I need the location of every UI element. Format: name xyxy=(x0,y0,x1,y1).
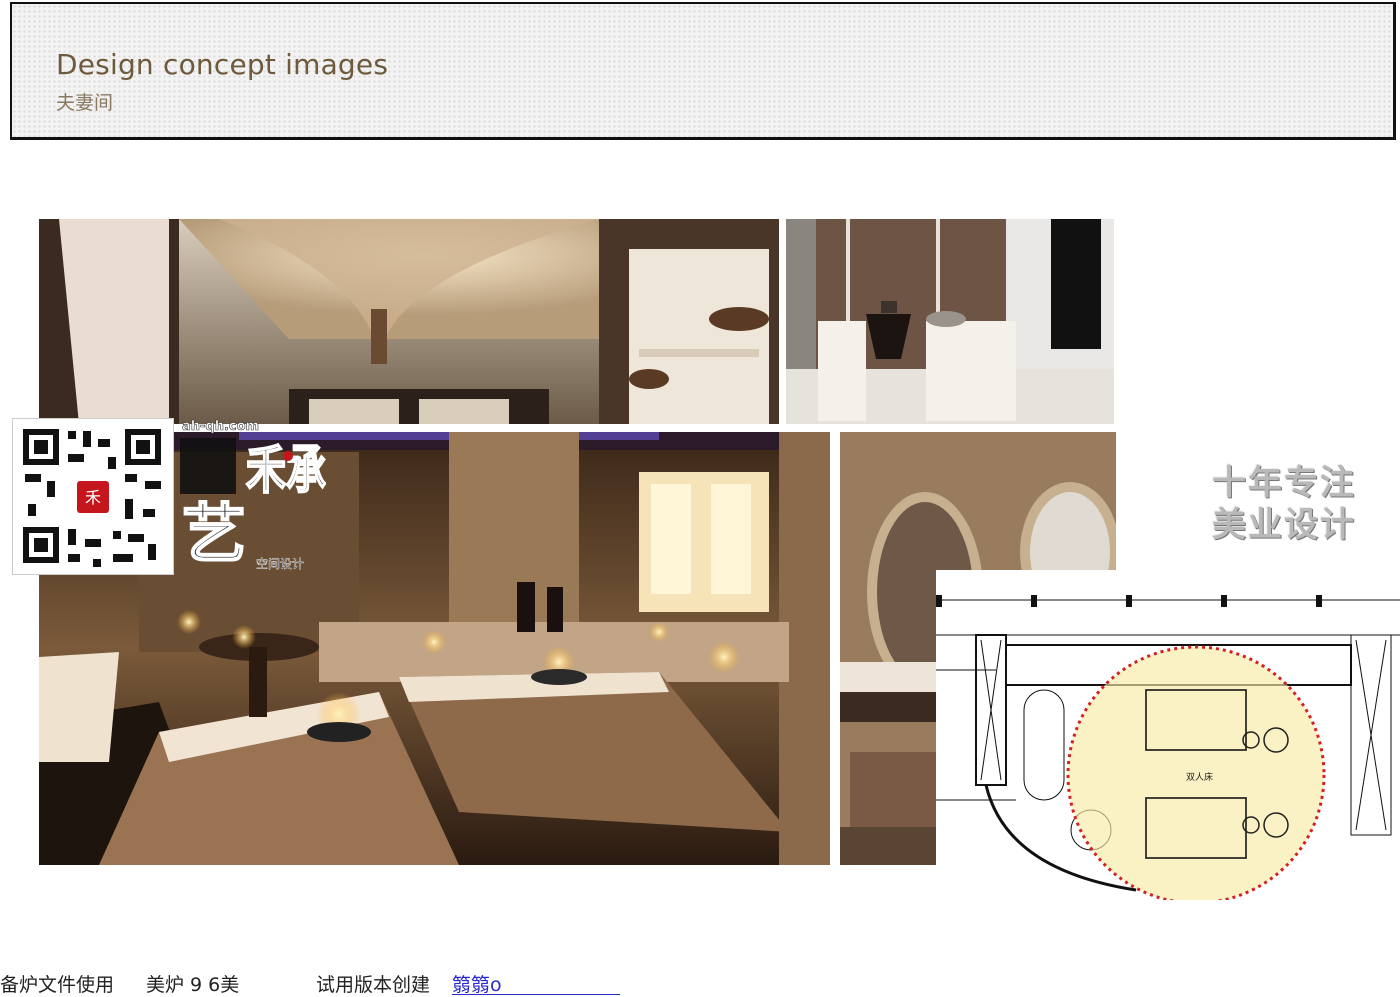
page-title: Design concept images xyxy=(56,48,389,81)
logo-brand-left: 艺 xyxy=(182,497,246,572)
logo-tagline: 空间设计 xyxy=(256,557,304,571)
footer-link[interactable]: 篛篛o xyxy=(452,974,502,996)
floorplan-room-label: 双人床 xyxy=(1186,771,1213,783)
logo-brand-chars: 禾承 xyxy=(246,440,326,501)
footer-text-2: 美炉 9 6美 xyxy=(146,974,240,996)
floor-plan: 双人床 xyxy=(936,570,1400,900)
slogan-line-1: 十年专注 xyxy=(1212,463,1356,503)
page-subtitle: 夫妻间 xyxy=(56,92,114,114)
photo-draped-ceiling-room xyxy=(39,219,779,424)
slogan: 十年专注 美业设计 xyxy=(1212,462,1356,546)
footer-text-1: 备炉文件使用 xyxy=(0,974,115,996)
qr-logo-glyph: 禾 xyxy=(85,488,101,507)
footer-text-3: 试用版本创建 xyxy=(316,974,431,996)
brand-logo: ah-qh.com 禾承 艺 空间设计 xyxy=(176,416,327,576)
slogan-line-2: 美业设计 xyxy=(1212,505,1356,545)
photo-twin-bed-room xyxy=(786,219,1114,424)
logo-domain: ah-qh.com xyxy=(182,419,259,434)
qr-code-icon: 禾 xyxy=(12,418,174,575)
